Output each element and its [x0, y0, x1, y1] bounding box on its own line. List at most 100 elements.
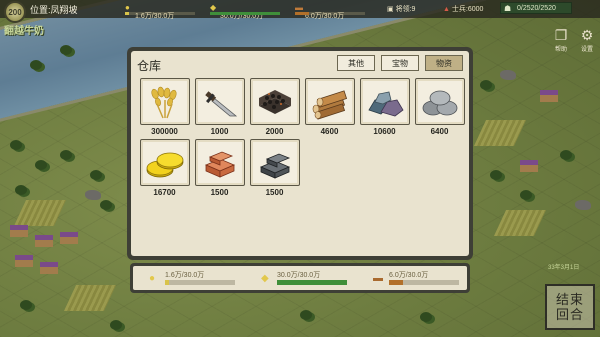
tab-other[interactable]: 其他 — [337, 55, 375, 71]
summary-coin-fill — [277, 280, 347, 285]
population-icon: ☗ — [504, 4, 512, 13]
top-status-bar: 200 位置:凤翔坡 ● 1.6万/30.0万 ◆ 30.0万/30.0万 ▬ … — [0, 0, 600, 23]
farm-field — [63, 285, 117, 311]
coin-icon: ◆ — [210, 2, 217, 12]
grain-bar-fill — [125, 11, 129, 15]
dagger-icon — [204, 90, 237, 116]
wood-bar: ▬ 6.0万/30.0万 — [295, 3, 365, 20]
farm-field — [493, 210, 547, 236]
help-label: 帮助 — [554, 47, 567, 53]
item-dagger[interactable]: 1000 — [193, 78, 246, 136]
help-button[interactable]: ❐ 帮助 — [551, 26, 571, 53]
item-quantity: 1500 — [265, 188, 284, 197]
tree — [15, 185, 27, 195]
rock — [85, 190, 101, 200]
general-icon: ▣ — [387, 6, 394, 13]
item-slot[interactable] — [139, 78, 190, 125]
item-slot[interactable] — [249, 78, 300, 125]
item-slot[interactable] — [359, 78, 410, 125]
book-icon: ❐ — [554, 27, 568, 43]
resource-summary: ● 1.6万/30.0万 ◆ 30.0万/30.0万 ▬ 6.0万/30.0万 — [130, 263, 470, 293]
tree — [110, 320, 122, 330]
tree — [420, 312, 432, 322]
end-turn-button[interactable]: 结束 回合 — [545, 284, 595, 330]
settings-label: 设置 — [580, 47, 593, 53]
soldier-icon: ▲ — [443, 6, 450, 13]
wood-resource: ▬ 6.0万/30.0万 — [295, 3, 365, 20]
summary-wood-text: 6.0万/30.0万 — [389, 272, 429, 279]
village-house — [15, 255, 33, 267]
tree — [35, 160, 47, 170]
coin-bar: ◆ 30.0万/30.0万 — [210, 3, 280, 20]
item-slot[interactable] — [194, 78, 245, 125]
city-building[interactable] — [540, 90, 558, 102]
tab-materials[interactable]: 物资 — [425, 55, 463, 71]
village-house — [60, 232, 78, 244]
tree — [10, 140, 22, 150]
item-iron[interactable]: 1500 — [248, 139, 301, 197]
tree — [300, 310, 312, 320]
summary-wood-fill — [389, 280, 403, 285]
soldiers-count: ▲ 士兵:6000 — [443, 4, 483, 14]
item-quantity: 300000 — [151, 127, 178, 136]
village-house — [10, 225, 28, 237]
stone-icon — [422, 90, 457, 115]
tree — [60, 150, 72, 160]
item-brick[interactable]: 1500 — [193, 139, 246, 197]
item-quantity: 6400 — [430, 127, 449, 136]
item-stone[interactable]: 6400 — [413, 78, 466, 136]
wood-icon: ▬ — [373, 273, 383, 284]
timber-icon — [312, 89, 347, 120]
item-slot[interactable] — [139, 139, 190, 186]
tree — [30, 60, 42, 70]
item-quantity: 4600 — [320, 127, 339, 136]
tree — [480, 80, 492, 90]
warehouse-panel: 仓库 其他 宝物 物资 300000 1000 2000 4600 10600 … — [127, 47, 473, 260]
farm-field — [13, 200, 67, 226]
farm-field — [473, 120, 527, 146]
tab-treasure[interactable]: 宝物 — [381, 55, 419, 71]
tree — [90, 170, 102, 180]
item-slot[interactable] — [304, 78, 355, 125]
summary-grain-fill — [165, 280, 169, 285]
end-turn-line2: 回合 — [555, 307, 584, 322]
rock — [500, 70, 516, 80]
tree — [20, 300, 32, 310]
village-house — [520, 160, 538, 172]
item-slot[interactable] — [194, 139, 245, 186]
grain-text: 1.6万/30.0万 — [135, 12, 175, 20]
coin-icon: ◆ — [261, 273, 269, 284]
tree — [490, 170, 502, 180]
item-ore[interactable]: 10600 — [358, 78, 411, 136]
level-badge[interactable]: 200 — [4, 1, 26, 23]
end-turn-line1: 结束 — [555, 292, 584, 307]
game-date: 33年3月1日 — [548, 265, 580, 271]
item-slot[interactable] — [249, 139, 300, 186]
tree — [560, 150, 572, 160]
item-quantity: 2000 — [265, 127, 284, 136]
item-wheat[interactable]: 300000 — [138, 78, 191, 136]
item-gold[interactable]: 16700 — [138, 139, 191, 197]
item-coal[interactable]: 2000 — [248, 78, 301, 136]
item-grid: 300000 1000 2000 4600 10600 6400 16700 1… — [138, 78, 468, 197]
wood-text: 6.0万/30.0万 — [305, 12, 345, 20]
item-slot[interactable] — [414, 78, 465, 125]
soldiers-text: 士兵:6000 — [451, 6, 484, 13]
generals-text: 将领:9 — [395, 6, 416, 13]
settings-button[interactable]: ⚙ 设置 — [577, 26, 597, 53]
item-timber[interactable]: 4600 — [303, 78, 356, 136]
gear-icon: ⚙ — [580, 27, 594, 43]
item-quantity: 10600 — [373, 127, 396, 136]
iron-icon — [259, 153, 290, 179]
wheat-icon — [150, 86, 177, 118]
village-house — [40, 262, 58, 274]
tree — [100, 200, 112, 210]
ore-icon — [367, 91, 404, 116]
rock — [575, 200, 591, 210]
location-label: 位置:凤翔坡 — [30, 5, 78, 15]
coal-icon — [258, 89, 291, 114]
population-text: 0/2520/2520 — [517, 4, 556, 12]
item-quantity: 1000 — [210, 127, 229, 136]
tree — [520, 190, 532, 200]
summary-coin-bar — [277, 280, 347, 285]
